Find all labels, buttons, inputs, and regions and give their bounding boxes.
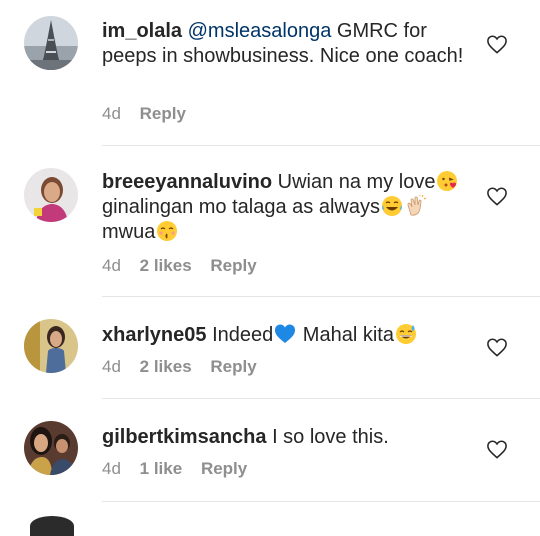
- comment-body: mwua: [102, 221, 156, 243]
- grinning-face-with-sweat-emoji: [395, 324, 416, 344]
- heart-outline-icon[interactable]: [486, 439, 508, 459]
- face-blowing-kiss-emoji: [437, 171, 458, 191]
- comment-item: gilbertkimsancha I so love this. 4d 1 li…: [0, 399, 540, 502]
- comment-time: 4d: [102, 104, 121, 123]
- divider: [102, 501, 540, 502]
- avatar[interactable]: [24, 421, 78, 475]
- comment-body: Mahal kita: [297, 324, 394, 346]
- comment-body: I so love this.: [266, 426, 389, 448]
- comment-username[interactable]: gilbertkimsancha: [102, 426, 267, 448]
- likes-count-link[interactable]: 2 likes: [140, 256, 192, 275]
- girl-portrait-avatar: [24, 168, 78, 222]
- avatar[interactable]: [24, 168, 78, 222]
- avatar[interactable]: [24, 16, 78, 70]
- reply-button[interactable]: Reply: [140, 104, 186, 123]
- comment-time: 4d: [102, 459, 121, 478]
- comment-text: breeeyannaluvino Uwian na my love ginali…: [102, 170, 472, 245]
- comment-item: breeeyannaluvino Uwian na my love ginali…: [0, 146, 540, 297]
- comment-text: xharlyne05 Indeed Mahal kita: [102, 323, 472, 348]
- comment-text: gilbertkimsancha I so love this.: [102, 425, 472, 450]
- comment-meta: 4d 2 likes Reply: [102, 357, 271, 377]
- comment-username[interactable]: xharlyne05: [102, 324, 207, 346]
- comment-username[interactable]: im_olala: [102, 20, 182, 42]
- reply-button[interactable]: Reply: [210, 357, 256, 376]
- reply-button[interactable]: Reply: [210, 256, 256, 275]
- comment-item: xharlyne05 Indeed Mahal kita 4d 2 likes …: [0, 297, 540, 399]
- heart-outline-icon[interactable]: [486, 337, 508, 357]
- heart-outline-icon[interactable]: [486, 186, 508, 206]
- comment-meta: 4d Reply: [102, 104, 200, 124]
- comment-meta: 4d 1 like Reply: [102, 459, 261, 479]
- likes-count-link[interactable]: 1 like: [140, 459, 183, 478]
- blue-heart-emoji: [275, 324, 296, 343]
- reply-button[interactable]: Reply: [201, 459, 247, 478]
- face-with-tears-of-joy-emoji: [381, 196, 402, 216]
- comment-username[interactable]: breeeyannaluvino: [102, 171, 272, 193]
- comment-meta: 4d 2 likes Reply: [102, 256, 271, 276]
- comment-body: Uwian na my love: [272, 171, 436, 193]
- clapping-hands-emoji: [407, 195, 427, 216]
- kissing-face-smiling-eyes-emoji: [157, 221, 178, 241]
- couple-portrait-avatar: [24, 421, 78, 475]
- comment-text: im_olala @msleasalonga GMRC for peeps in…: [102, 19, 472, 69]
- comment-body: ginalingan mo talaga as always: [102, 196, 380, 218]
- woman-portrait-avatar: [24, 319, 78, 373]
- eiffel-tower-photo-avatar: [24, 16, 78, 70]
- comment-item: im_olala @msleasalonga GMRC for peeps in…: [0, 0, 540, 146]
- avatar[interactable]: [30, 516, 74, 536]
- comment-body: Indeed: [206, 324, 274, 346]
- comment-time: 4d: [102, 357, 121, 376]
- heart-outline-icon[interactable]: [486, 34, 508, 54]
- mention-link[interactable]: @msleasalonga: [188, 20, 332, 42]
- comment-time: 4d: [102, 256, 121, 275]
- likes-count-link[interactable]: 2 likes: [140, 357, 192, 376]
- avatar[interactable]: [24, 319, 78, 373]
